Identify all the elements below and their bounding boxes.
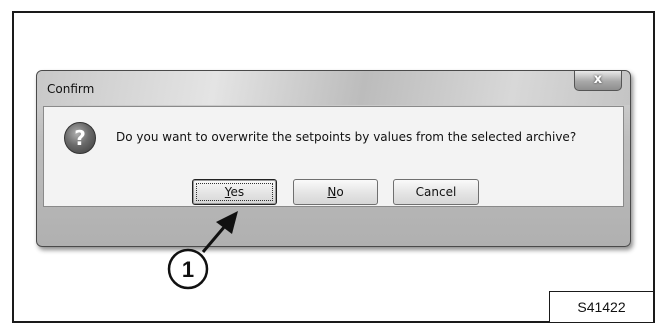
callout-graphic: 1 <box>167 211 238 290</box>
figure-code: S41422 <box>549 291 654 323</box>
callout-number: 1 <box>182 257 194 282</box>
callout-arrow-line <box>201 225 227 253</box>
